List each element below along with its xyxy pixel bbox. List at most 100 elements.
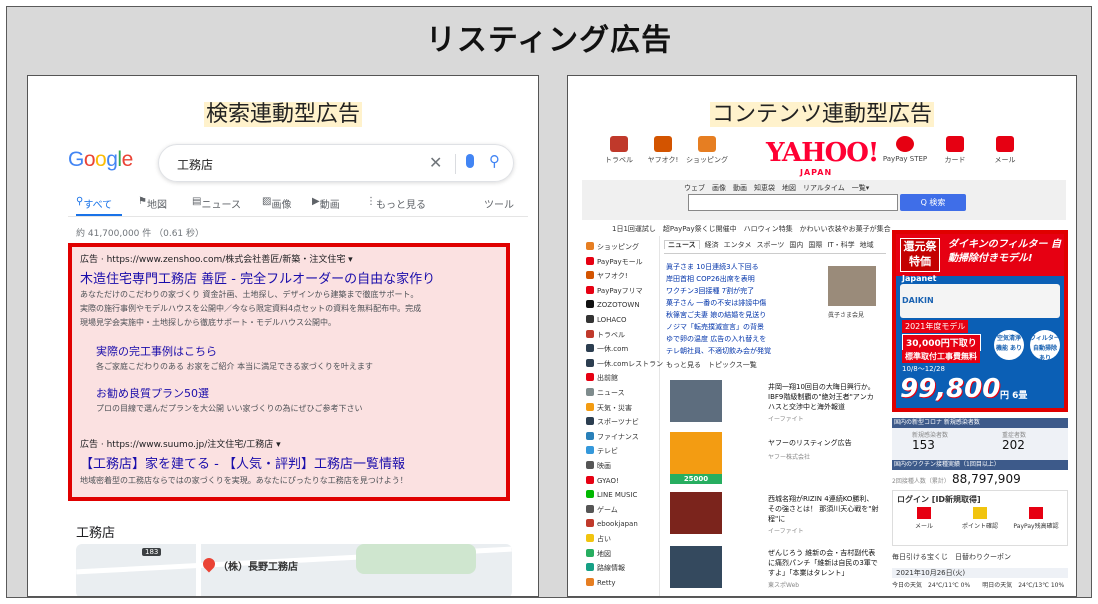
sitelink-title[interactable]: お勧め良質プラン50選 (96, 385, 209, 401)
search-divider (455, 154, 456, 174)
gavel-icon (654, 136, 672, 152)
sidebar-item[interactable]: 一休.com (586, 344, 628, 354)
display-ad-highlight[interactable]: 還元祭 特価 ダイキンのフィルター 自動掃除付きモデル! Japanet DAI… (892, 230, 1068, 412)
tab-all[interactable]: ⚲ すべて (76, 196, 112, 211)
sidebar-item[interactable]: 映画 (586, 461, 611, 471)
sidebar-item[interactable]: 占い (586, 534, 611, 544)
sitelink-description: 各ご家庭こだわりのある お家をご紹介 本当に満足できる家づくりを叶えます (96, 362, 373, 371)
sidebar-item[interactable]: トラベル (586, 329, 625, 340)
sidebar-item[interactable]: ファイナンス (586, 431, 639, 442)
login-paypay[interactable]: PayPay残高確認 (1011, 507, 1061, 530)
sidebar-item-label: 一休.comレストラン (597, 359, 664, 368)
feed-title[interactable]: 西城名翔がRIZIN 4連続KO勝利、その強さとは！ 那須川天心戦を"射程"に (768, 494, 880, 524)
news-tab[interactable]: 国内 (789, 241, 803, 249)
service-paypay[interactable]: PayPay STEP (880, 136, 930, 163)
google-logo[interactable]: Google (68, 148, 133, 172)
sitelink-title[interactable]: 実際の完工事例はこちら (96, 343, 217, 359)
service-mail[interactable]: メール (980, 136, 1030, 165)
sidebar-item[interactable]: PayPayフリマ (586, 285, 643, 296)
sidebar-item[interactable]: スポーツナビ (586, 417, 639, 427)
feed-title[interactable]: ぜんじろう 維新の会・吉村副代表に痛烈パンチ「維新は自民の3軍ですよ」「本業はタ… (768, 548, 880, 578)
sidebar-item[interactable]: PayPayモール (586, 256, 643, 267)
tab-tools[interactable]: ツール (484, 196, 514, 211)
yahoo-search-tabs[interactable]: ウェブ 画像 動画 知恵袋 地図 リアルタイム 一覧▾ (684, 183, 869, 193)
search-box[interactable]: 工務店 ✕ ⚲ (158, 144, 514, 182)
yahoo-search-input[interactable] (688, 194, 898, 211)
tab-news[interactable]: ▤ ニュース (192, 196, 241, 211)
yahoo-logo[interactable]: YAHOO! (766, 138, 879, 168)
sidebar-service-icon (586, 402, 594, 411)
news-headline[interactable]: 秋篠宮ご夫妻 娘の結婚を見送り (666, 310, 766, 320)
tab-videos[interactable]: ▶ 動画 (312, 196, 340, 211)
service-travel[interactable]: トラベル (594, 136, 644, 165)
sidebar-item[interactable]: 路線情報 (586, 563, 625, 573)
sidebar-item-label: テレビ (597, 447, 618, 456)
news-tab[interactable]: IT・科学 (827, 241, 854, 249)
sidebar-item[interactable]: ZOZOTOWN (586, 300, 640, 309)
feed-title[interactable]: ヤフーのリスティング広告 (768, 438, 880, 448)
ad-url[interactable]: 広告 · https://www.suumo.jp/注文住宅/工務店 ▾ (80, 437, 281, 450)
clear-icon[interactable]: ✕ (429, 153, 442, 172)
sidebar-item[interactable]: ヤフオク! (586, 271, 628, 281)
ad-title[interactable]: 木造住宅専門工務店 善匠 - 完全フルオーダーの自由な家作り (80, 268, 435, 287)
news-headline[interactable]: テレ朝社員、不適切飲み会が発覚 (666, 346, 771, 356)
coupon-links[interactable]: 毎日引ける宝くじ 日替わりクーポン (892, 552, 1011, 562)
news-tab[interactable]: ニュース (664, 240, 700, 249)
sidebar-item[interactable]: テレビ (586, 446, 618, 456)
news-headline[interactable]: 眞子さま 10日連続3人下回る (666, 262, 759, 272)
feed-thumbnail[interactable] (670, 492, 722, 534)
sidebar-service-icon (586, 373, 594, 382)
news-tab[interactable]: 経済 (705, 241, 719, 249)
sidebar-item[interactable]: ショッピング (586, 242, 639, 252)
map-place-label[interactable]: （株）長野工務店 (218, 558, 298, 573)
sidebar-item[interactable]: ニュース (586, 388, 625, 398)
search-icon[interactable]: ⚲ (489, 152, 500, 170)
login-mail[interactable]: メール (899, 507, 949, 530)
yahoo-search-button[interactable]: Q 検索 (900, 194, 966, 211)
login-link[interactable]: ログイン [ID新規取得] (897, 494, 981, 505)
sidebar-item[interactable]: Retty (586, 577, 616, 587)
sidebar-item-label: トラベル (597, 330, 625, 339)
news-more-link[interactable]: もっと見る トピックス一覧 (666, 360, 757, 370)
tab-images[interactable]: ▨ 画像 (262, 196, 291, 211)
sidebar-item[interactable]: 一休.comレストラン (586, 358, 664, 369)
sidebar-item[interactable]: ebookjapan (586, 519, 638, 528)
sidebar-item[interactable]: 天気・災害 (586, 402, 632, 413)
service-auction[interactable]: ヤフオク! (638, 136, 688, 165)
search-input[interactable]: 工務店 (177, 156, 213, 173)
local-map[interactable]: 183 （株）長野工務店 (76, 544, 512, 596)
tab-more[interactable]: ⋮ もっと見る (366, 196, 426, 211)
tab-maps[interactable]: ⚑ 地図 (138, 196, 167, 211)
news-photo[interactable] (828, 266, 876, 306)
feed-ad-thumbnail[interactable] (670, 432, 722, 474)
ad-url[interactable]: 広告 · https://www.zenshoo.com/株式会社善匠/新築・注… (80, 252, 353, 265)
news-tab[interactable]: エンタメ (724, 241, 752, 249)
feed-thumbnail[interactable] (670, 380, 722, 422)
feed-title[interactable]: 井岡一翔10回目の大晦日興行か。IBF9階級制覇の"絶対王者"アンカハスと交渉中… (768, 382, 880, 412)
news-headline[interactable]: ノジマ「転売撲滅宣言」の背景 (666, 322, 764, 332)
tab-images-label: 画像 (271, 200, 292, 211)
feed-thumbnail[interactable] (670, 546, 722, 588)
sidebar-item[interactable]: 出前館 (586, 373, 618, 383)
service-shopping[interactable]: ショッピング (682, 136, 732, 165)
sidebar-item[interactable]: ゲーム (586, 504, 618, 515)
news-headline[interactable]: ゆで卵の温度 広告の入れ替えを (666, 334, 766, 344)
news-headline[interactable]: ワクチン3回接種 7割が完了 (666, 286, 754, 296)
sidebar-item[interactable]: GYAO! (586, 475, 619, 485)
banner-price-unit: 円 6畳 (1000, 391, 1028, 401)
news-headline[interactable]: 菓子さん 一番の不安は誹謗中傷 (666, 298, 766, 308)
sidebar-item[interactable]: 地図 (586, 548, 611, 559)
weather-forecast[interactable]: 今日の天気 24℃/11℃ 0% 明日の天気 24℃/13℃ 10% (892, 580, 1068, 589)
microphone-icon[interactable] (466, 154, 474, 168)
news-tab[interactable]: スポーツ (756, 241, 784, 249)
news-headline[interactable]: 岸田首相 COP26出席を表明 (666, 274, 755, 284)
login-points[interactable]: ポイント確認 (955, 507, 1005, 530)
service-card[interactable]: カード (930, 136, 980, 165)
news-tab[interactable]: 国際 (808, 241, 822, 249)
sidebar-item[interactable]: LINE MUSIC (586, 490, 637, 499)
ad-title[interactable]: 【工務店】家を建てる - 【人気・評判】工務店一覧情報 (80, 453, 405, 472)
service-label: メール (994, 156, 1016, 164)
map-pin-icon[interactable] (200, 555, 218, 573)
news-tab[interactable]: 地域 (860, 241, 874, 249)
sidebar-item[interactable]: LOHACO (586, 315, 627, 324)
